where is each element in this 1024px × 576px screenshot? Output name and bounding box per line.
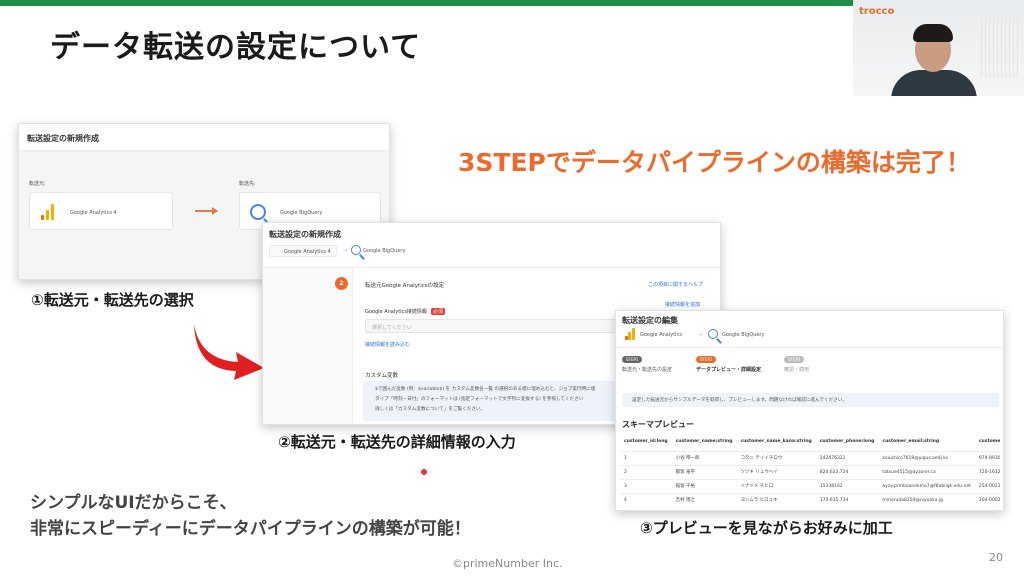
crumb-arrow-icon: → <box>343 248 348 254</box>
headline: 3STEPでデータパイプラインの構築は完了！ <box>458 148 971 177</box>
table-cell: 254-0023 <box>974 478 1000 493</box>
step-number-badge: 2 <box>335 277 348 290</box>
col-header: customer_id:long <box>624 439 668 445</box>
step-pill-1: STEP1 <box>622 356 643 363</box>
table-cell: 173.635.734 <box>815 492 879 507</box>
arrow-right-icon <box>195 207 218 215</box>
table-cell: 吉村 博之 <box>671 492 737 507</box>
page-number: 20 <box>989 551 1003 564</box>
help-link[interactable]: この項目に関するヘルプ <box>648 281 703 288</box>
step3-label: ③プレビューを見ながらお好みに加工 <box>640 519 893 537</box>
col-header: customer_fzak:string <box>978 439 1000 445</box>
table-cell: minoruda8254@niyoaka.jg <box>878 492 975 507</box>
table-row: 1 小谷 帝一郎 コタニ テイイチロウ 242476321 kouichiro7… <box>620 450 1000 465</box>
step2-card-title: 転送設定の新規作成 <box>269 230 341 239</box>
col-header: customer_name_kana:string <box>740 439 812 445</box>
table-cell: 3 <box>620 478 672 493</box>
table-cell: kouichiro7619@yiqus.ae4j.kc <box>878 450 975 465</box>
section-title: 転送元Google Analyticsの設定 <box>365 283 445 289</box>
table-row: 2 都筑 竜平 ツヅキ リュウヘイ 820.622.724 tatsue4515… <box>620 464 1000 479</box>
background-screen <box>978 18 1018 78</box>
table-cell: ヨシムラ ヒロユキ <box>736 492 816 507</box>
crumb-dest-text: Google BigQuery <box>363 248 406 254</box>
laser-pointer <box>421 469 427 475</box>
source-connector-card[interactable]: Google Analytics 4 <box>29 192 173 230</box>
table-cell: 15338162 <box>815 478 879 493</box>
table-cell: コタニ テイイチロウ <box>736 450 816 465</box>
custom-var-title: カスタム変数 <box>365 373 399 379</box>
step-text-2: データプレビュー・詳細設定 <box>696 367 762 373</box>
copyright: ©primeNumber Inc. <box>452 557 563 570</box>
col-header: customer_email:string <box>882 439 940 445</box>
conn-select-placeholder: 選択してください <box>372 325 412 331</box>
red-arrow-icon <box>194 324 264 380</box>
col-header: customer_name:string <box>675 439 733 445</box>
notice-text: 設定した転送元からサンプルデータを取得し、プレビューします。問題なければ確認に進… <box>632 398 848 403</box>
presenter-video: trocco <box>853 0 1024 96</box>
schema-header-row: customer_id:long customer_name:string cu… <box>620 433 1000 451</box>
presenter-hair <box>913 24 953 42</box>
step3-screenshot: 転送設定の編集 Google Analytics → Google BigQue… <box>615 310 1004 511</box>
table-cell: 4 <box>620 492 672 507</box>
step1-card-title: 転送設定の新規作成 <box>27 134 99 143</box>
slide-title: データ転送の設定について <box>50 30 422 65</box>
crumb-bigquery-icon <box>351 245 361 255</box>
custom-var-line1: $で囲んだ変数 (例：$variable$) を カスタム変数名一覧 の選択のあ… <box>375 387 596 392</box>
step1-label: ①転送元・転送先の選択 <box>31 291 194 309</box>
notice-box: 設定した転送元からサンプルデータを取得し、プレビューします。問題なければ確認に進… <box>622 393 999 407</box>
source-connector-name: Google Analytics 4 <box>70 210 117 216</box>
google-analytics-icon <box>40 204 56 220</box>
table-row: 4 吉村 博之 ヨシムラ ヒロユキ 173.635.734 minoruda82… <box>620 492 1000 507</box>
table-cell: 都筑 竜平 <box>671 464 737 479</box>
dest-caption: 転送先: <box>239 181 256 187</box>
schema-preview-title: スキーマプレビュー <box>622 420 694 429</box>
table-cell: 2 <box>620 464 672 479</box>
conn-label: Google Analytics接続情報 <box>365 309 427 315</box>
step-text-3: 確認・適用 <box>784 367 810 373</box>
brand-logo: trocco <box>859 6 895 17</box>
source-caption: 転送元: <box>29 181 46 187</box>
presenter-body <box>891 70 977 96</box>
custom-var-line3: 詳しくは「カスタム変数について」をご覧ください。 <box>375 407 486 412</box>
dest-connector-name: Google BigQuery <box>280 210 323 216</box>
footer-line2: 非常にスピーディーにデータパイプラインの構築が可能！ <box>30 519 471 539</box>
step-pill-3: STEP3 <box>784 356 805 363</box>
table-row: 3 稲留 千裕 イナドメ チヒロ 15338162 ayay.prmbaanok… <box>620 478 1000 493</box>
divider <box>616 347 1003 348</box>
table-cell: 974-8930 <box>974 450 1000 465</box>
schema-table-wrap: customer_id:long customer_name:string cu… <box>620 433 1000 510</box>
step-text-1: 転送元・転送先の設定 <box>622 367 673 373</box>
table-cell: ツヅキ リュウヘイ <box>736 464 816 479</box>
google-analytics-icon <box>624 328 636 340</box>
bigquery-icon <box>250 204 266 220</box>
table-cell: 242476321 <box>815 450 879 465</box>
schema-table: customer_id:long customer_name:string cu… <box>620 433 1000 507</box>
step2-sidebar <box>263 268 353 424</box>
table-cell: 1 <box>620 450 672 465</box>
table-cell: 稲留 千裕 <box>671 478 737 493</box>
required-badge: 必須 <box>431 308 446 315</box>
step3-card-title: 転送設定の編集 <box>622 316 678 325</box>
table-cell: イナドメ チヒロ <box>736 478 816 493</box>
footer-line1: シンプルなUIだからこそ、 <box>30 493 237 513</box>
bigquery-icon <box>708 329 718 339</box>
step3-dest-name: Google BigQuery <box>722 332 765 338</box>
step2-label: ②転送元・転送先の詳細情報の入力 <box>278 433 516 451</box>
step2-crumb-source: Google Analytics 4 <box>269 245 337 257</box>
step3-arrow-icon: → <box>698 332 703 338</box>
crumb-source-text: Google Analytics 4 <box>284 249 331 255</box>
step3-source-name: Google Analytics <box>640 332 682 338</box>
table-cell: tatsue4515@ayzorer.ca <box>878 464 975 479</box>
table-cell: 720-1612 <box>974 464 1000 479</box>
load-conn-link[interactable]: 接続情報を読み込む <box>365 341 410 348</box>
table-cell: ayay.prmbaanokmo7@f8abiigk.edu.net <box>878 478 975 493</box>
col-header: customer_phone:long <box>819 439 875 445</box>
refresh-link[interactable]: 接続情報を追加 <box>665 301 700 308</box>
table-cell: 204-0002 <box>974 492 1000 507</box>
table-cell: 820.622.724 <box>815 464 879 479</box>
table-cell: 小谷 帝一郎 <box>671 450 737 465</box>
step-pill-2: STEP2 <box>696 356 717 363</box>
custom-var-line2: タイプ「時刻・日付」のフォーマットは (指定フォーマットで文字列に変換する) を… <box>375 397 584 402</box>
